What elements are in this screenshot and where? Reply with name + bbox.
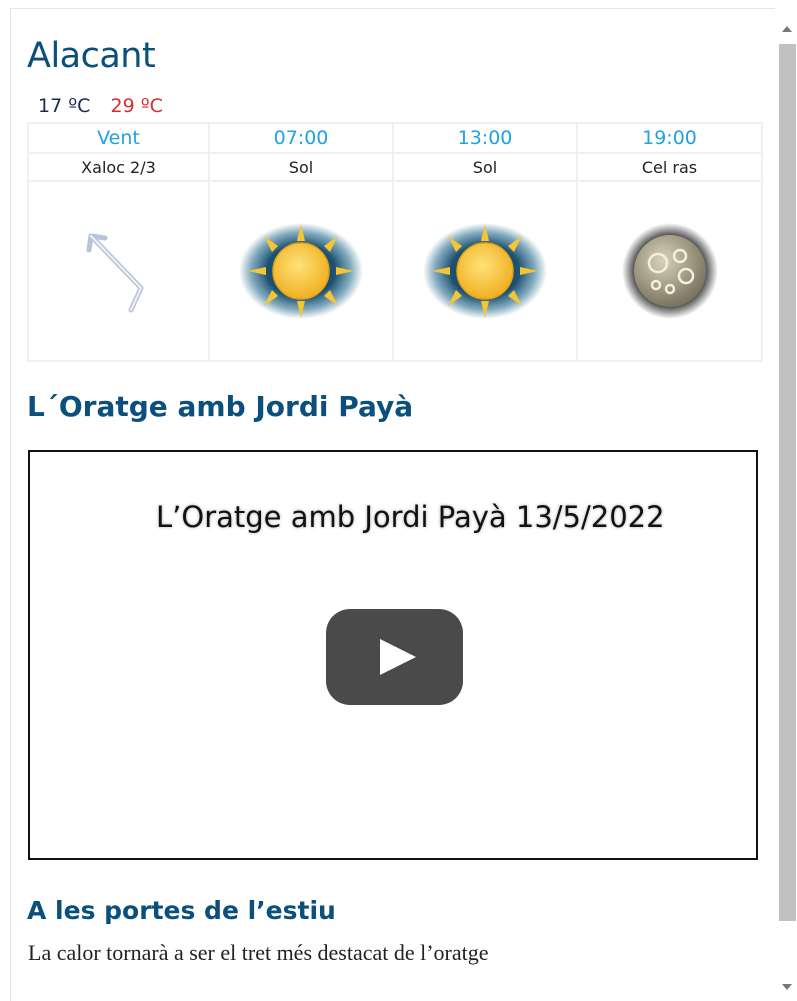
sun-icon: [423, 223, 547, 319]
article-summary: La calor tornarà a ser el tret més desta…: [28, 940, 489, 965]
article-title[interactable]: A les portes de l’estiu: [27, 896, 336, 925]
forecast-table: Vent 07:00 13:00 19:00 Xaloc 2/3 Sol Sol…: [27, 122, 763, 362]
wind-icon-cell: [27, 180, 210, 362]
wind-arrow-icon: [86, 233, 143, 313]
scroll-up-icon[interactable]: [782, 26, 792, 32]
evening-description: Cel ras: [576, 152, 763, 182]
header-time-evening: 19:00: [576, 122, 763, 154]
play-icon: [380, 639, 416, 675]
header-time-noon: 13:00: [392, 122, 578, 154]
moon-icon: [621, 223, 718, 319]
vertical-scrollbar[interactable]: [778, 8, 797, 1001]
morning-description: Sol: [208, 152, 394, 182]
video-player[interactable]: L’Oratge amb Jordi Payà 13/5/2022: [28, 450, 758, 860]
scroll-down-icon[interactable]: [782, 984, 792, 990]
play-button[interactable]: [326, 609, 463, 705]
evening-icon-cell: [576, 180, 763, 362]
sun-icon: [239, 223, 363, 319]
wind-description: Xaloc 2/3: [27, 152, 210, 182]
temperature-range: 17 ºC 29 ºC: [38, 95, 163, 117]
city-title: Alacant: [27, 36, 156, 76]
min-temperature: 17 ºC: [38, 95, 91, 117]
morning-icon-cell: [208, 180, 394, 362]
noon-description: Sol: [392, 152, 578, 182]
scrollbar-thumb[interactable]: [779, 44, 796, 921]
header-wind: Vent: [27, 122, 210, 154]
section-title: L´Oratge amb Jordi Payà: [27, 390, 414, 423]
video-title[interactable]: L’Oratge amb Jordi Payà 13/5/2022: [156, 500, 665, 534]
noon-icon-cell: [392, 180, 578, 362]
header-time-morning: 07:00: [208, 122, 394, 154]
max-temperature: 29 ºC: [110, 95, 163, 117]
